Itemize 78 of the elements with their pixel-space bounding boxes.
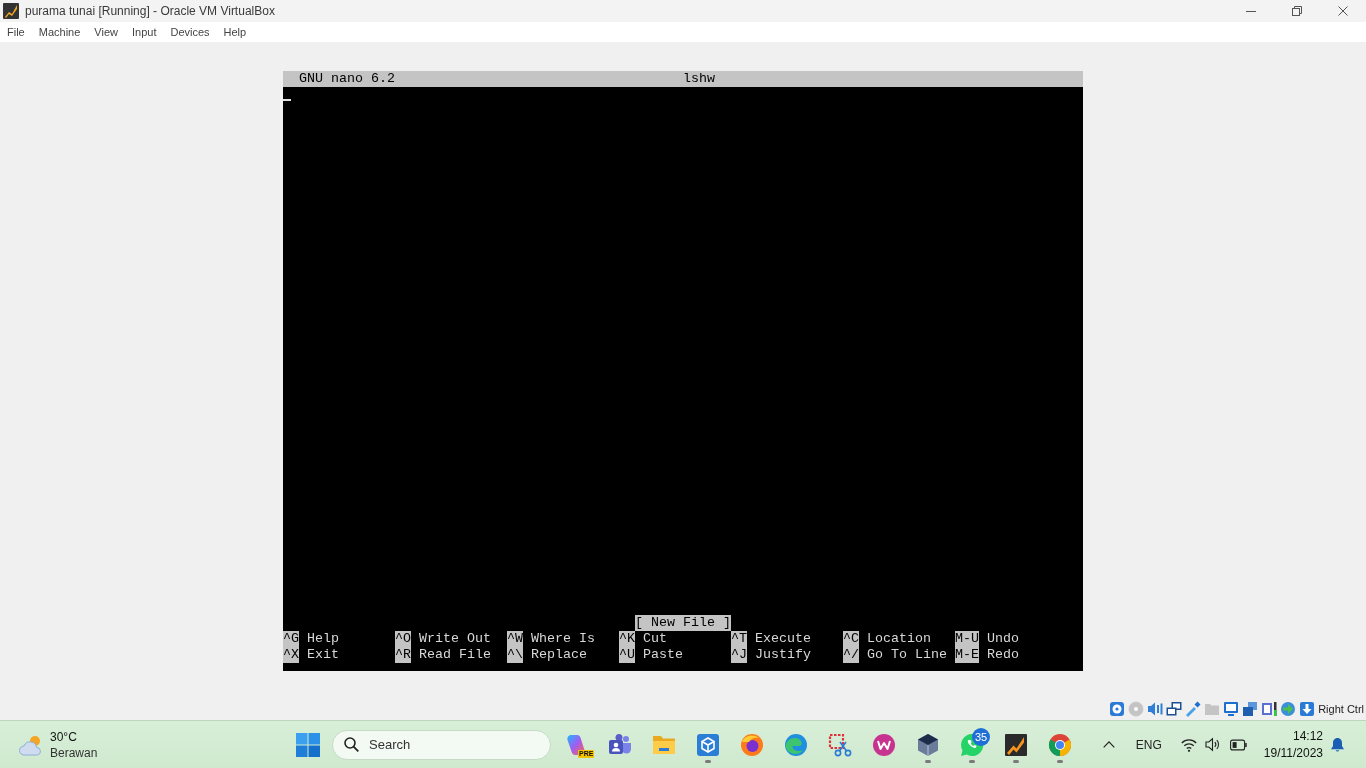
battery-icon[interactable] — [1229, 738, 1247, 751]
network-monitors-icon[interactable] — [1166, 700, 1183, 717]
cube-box-icon — [916, 732, 940, 757]
taskbar-app-button[interactable]: 35 — [950, 721, 994, 768]
shortcut-key: ^K — [619, 631, 635, 647]
shortcut-key: ^G — [283, 631, 299, 647]
wifi-icon[interactable] — [1180, 737, 1197, 752]
menu-item[interactable]: File — [0, 24, 32, 40]
menu-item[interactable]: Help — [216, 24, 254, 40]
shortcut-key: ^T — [731, 631, 747, 647]
shortcut-key: ^J — [731, 647, 747, 663]
shortcut-label: Help — [307, 631, 339, 647]
shortcut-label: Undo — [987, 631, 1019, 647]
minimize-icon — [1246, 10, 1256, 12]
status-message: [ New File ] — [635, 615, 731, 631]
editor-version: GNU nano 6.2 — [299, 71, 395, 87]
shortcut-label: Execute — [755, 631, 811, 647]
shortcut-key: ^W — [507, 631, 523, 647]
app-logo-icon — [3, 3, 19, 19]
speaker-icon[interactable] — [1204, 737, 1220, 752]
menu-item[interactable]: Input — [124, 24, 164, 40]
zigzag-circle-icon — [872, 732, 896, 757]
clock[interactable]: 14:12 19/11/2023 — [1263, 727, 1323, 762]
shortcut-key: ^\ — [507, 647, 523, 663]
running-indicator-icon — [1013, 759, 1019, 763]
shortcut-key: ^X — [283, 647, 299, 663]
search-field[interactable]: Search — [332, 729, 551, 760]
shortcut-label: Redo — [987, 647, 1019, 663]
window-title: purama tunai [Running] - Oracle VM VirtualBox — [25, 4, 276, 18]
close-icon — [1338, 6, 1348, 16]
usb-stick-icon[interactable] — [1185, 700, 1202, 717]
running-indicator-icon — [705, 759, 711, 763]
restore-icon — [1292, 6, 1302, 16]
shortcut-label: Justify — [755, 647, 811, 663]
shortcut-key: M-U — [955, 631, 979, 647]
show-hidden-icons-button[interactable] — [1102, 741, 1115, 748]
cursor-icon — [283, 99, 291, 101]
wave-circle-icon — [784, 732, 808, 757]
shortcut-key: ^U — [619, 647, 635, 663]
cube-icon — [696, 732, 720, 757]
host-key-label: Right Ctrl — [1318, 702, 1364, 715]
shortcut-key: ^R — [395, 647, 411, 663]
shortcut-label: Paste — [643, 647, 683, 663]
language-indicator[interactable]: ENG — [1135, 737, 1162, 752]
menu-item[interactable]: View — [87, 24, 125, 40]
chevron-up-icon — [1102, 741, 1115, 748]
shortcut-label: Replace — [531, 647, 587, 663]
notification-badge: 35 — [972, 727, 990, 746]
running-indicator-icon — [1057, 759, 1063, 763]
shortcut-label: Go To Line — [867, 647, 947, 663]
shortcut-label: Location — [867, 631, 931, 647]
shortcut-label: Read File — [419, 647, 491, 663]
menu-item[interactable]: Machine — [31, 24, 88, 40]
notification-bell-icon[interactable] — [1330, 736, 1345, 753]
running-indicator-icon — [969, 759, 975, 763]
shortcut-label: Exit — [307, 647, 339, 663]
fox-globe-icon — [740, 732, 764, 757]
scissors-icon — [828, 732, 852, 757]
shortcut-key: ^C — [843, 631, 859, 647]
temperature-text[interactable]: 30°C — [50, 728, 77, 745]
stacked-windows-icon[interactable] — [1242, 700, 1259, 717]
weather-condition[interactable]: Berawan — [50, 744, 98, 761]
menu-item[interactable]: Devices — [163, 24, 217, 40]
shortcut-key: M-E — [955, 647, 979, 663]
file-name: lshw — [683, 71, 715, 87]
wheel-logo-icon — [1048, 732, 1072, 757]
shortcut-label: Where Is — [531, 631, 595, 647]
people-tile-icon — [608, 732, 632, 757]
running-indicator-icon — [925, 759, 931, 763]
monitor-icon[interactable] — [1223, 700, 1240, 717]
windows-logo-icon — [296, 732, 320, 757]
search-icon — [344, 736, 359, 752]
shortcut-key: ^O — [395, 631, 411, 647]
frame-meter-icon[interactable] — [1261, 700, 1278, 717]
shortcut-label: Write Out — [419, 631, 491, 647]
shortcut-label: Cut — [643, 631, 667, 647]
zigzag-tile-icon — [1004, 732, 1028, 757]
shortcut-key: ^/ — [843, 647, 859, 663]
